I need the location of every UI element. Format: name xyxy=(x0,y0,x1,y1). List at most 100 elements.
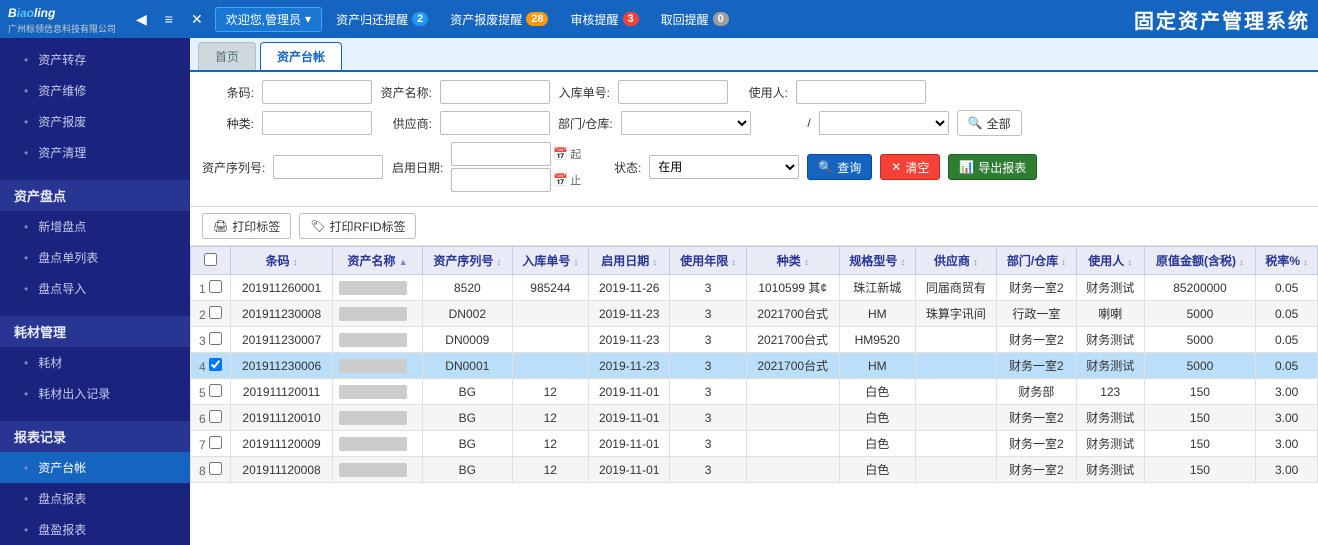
label-supplier: 供应商: xyxy=(380,115,432,132)
th-order[interactable]: 入库单号 ↕ xyxy=(512,247,588,275)
form-row-1: 条码: 资产名称: 入库单号: 使用人: xyxy=(202,80,1306,104)
th-spec[interactable]: 规格型号 ↕ xyxy=(839,247,915,275)
sidebar-item-asset-clear[interactable]: 资产清理 xyxy=(0,137,190,168)
sidebar-item-asset-scrap[interactable]: 资产报废 xyxy=(0,106,190,137)
table-row[interactable]: 2 201911230008 ████████ DN002 2019-11-23… xyxy=(191,301,1318,327)
sidebar-item-stocktake-import[interactable]: 盘点导入 xyxy=(0,273,190,304)
notify-btn-3[interactable]: 审核提醒 3 xyxy=(562,9,646,30)
table-row[interactable]: 7 201911120009 ████████ BG 12 2019-11-01… xyxy=(191,431,1318,457)
th-tax[interactable]: 税率% ↕ xyxy=(1256,247,1318,275)
th-supplier[interactable]: 供应商 ↕ xyxy=(915,247,996,275)
tab-home[interactable]: 首页 xyxy=(198,42,256,70)
label-serial: 资产序列号: xyxy=(202,159,265,176)
td-dept: 财务一室2 xyxy=(996,431,1076,457)
calendar-icon-start: 📅 xyxy=(553,147,568,161)
logo-text: Biaoling xyxy=(8,4,55,22)
menu-button[interactable]: ≡ xyxy=(159,8,179,30)
logo-subtitle: 广州标领信息科技有限公司 xyxy=(8,22,116,35)
form-row-3: 资产序列号: 启用日期: 📅 起 📅 止 状态: xyxy=(202,142,1306,192)
td-spec: HM9520 xyxy=(839,327,915,353)
input-asset-name[interactable] xyxy=(440,80,550,104)
sidebar-item-consumable[interactable]: 耗材 xyxy=(0,347,190,378)
td-spec: 白色 xyxy=(839,457,915,483)
input-supplier[interactable] xyxy=(440,111,550,135)
sidebar-item-asset-maintain[interactable]: 资产维修 xyxy=(0,75,190,106)
table-wrap: 条码 ↕ 资产名称 ▲ 资产序列号 ↕ 入库单号 ↕ 启用日期 ↕ 使用年限 ↕… xyxy=(190,246,1318,545)
query-button[interactable]: 🔍 查询 xyxy=(807,154,872,180)
sidebar-section-consumable: 耗材管理 耗材 耗材出入记录 xyxy=(0,310,190,415)
td-name: ████████ xyxy=(333,379,423,405)
input-date-end[interactable] xyxy=(451,168,551,192)
print-rfid-button[interactable]: 🏷 打印RFID标签 xyxy=(299,213,416,239)
th-serial[interactable]: 资产序列号 ↕ xyxy=(423,247,513,275)
back-button[interactable]: ◀ xyxy=(130,8,153,31)
th-years[interactable]: 使用年限 ↕ xyxy=(670,247,746,275)
select-dept[interactable] xyxy=(621,111,751,135)
th-date[interactable]: 启用日期 ↕ xyxy=(588,247,669,275)
notify-btn-4[interactable]: 取回提醒 0 xyxy=(653,9,737,30)
notify-btn-1[interactable]: 资产归还提醒 2 xyxy=(328,9,436,30)
td-type: 2021700台式 xyxy=(746,353,839,379)
td-amount: 150 xyxy=(1144,457,1256,483)
notify-btn-2[interactable]: 资产报废提醒 28 xyxy=(442,9,556,30)
sidebar-item-consumable-record[interactable]: 耗材出入记录 xyxy=(0,378,190,409)
td-tax: 0.05 xyxy=(1256,301,1318,327)
tab-asset-ledger[interactable]: 资产台帐 xyxy=(260,42,342,70)
table-row[interactable]: 6 201911120010 ████████ BG 12 2019-11-01… xyxy=(191,405,1318,431)
close-button[interactable]: ✕ xyxy=(185,8,209,31)
td-type xyxy=(746,405,839,431)
th-user[interactable]: 使用人 ↕ xyxy=(1076,247,1144,275)
th-amount[interactable]: 原值金额(含税) ↕ xyxy=(1144,247,1256,275)
th-name[interactable]: 资产名称 ▲ xyxy=(333,247,423,275)
td-supplier xyxy=(915,379,996,405)
row-checkbox[interactable] xyxy=(209,462,222,475)
td-supplier: 同届商贸有 xyxy=(915,275,996,301)
date-end-label: 止 xyxy=(570,172,581,188)
td-amount: 150 xyxy=(1144,379,1256,405)
th-type[interactable]: 种类 ↕ xyxy=(746,247,839,275)
sidebar-item-new-stocktake[interactable]: 新增盘点 xyxy=(0,211,190,242)
input-serial[interactable] xyxy=(273,155,383,179)
print-tag-button[interactable]: 🖨 打印标签 xyxy=(202,213,291,239)
row-checkbox[interactable] xyxy=(209,332,222,345)
input-user[interactable] xyxy=(796,80,926,104)
input-barcode[interactable] xyxy=(262,80,372,104)
td-checkbox: 4 xyxy=(191,353,231,379)
sidebar-item-stocktake-list[interactable]: 盘点单列表 xyxy=(0,242,190,273)
table-row[interactable]: 3 201911230007 ████████ DN0009 2019-11-2… xyxy=(191,327,1318,353)
select-all-checkbox[interactable] xyxy=(204,253,217,266)
th-barcode[interactable]: 条码 ↕ xyxy=(230,247,332,275)
row-checkbox[interactable] xyxy=(209,384,222,397)
table-row[interactable]: 5 201911120011 ████████ BG 12 2019-11-01… xyxy=(191,379,1318,405)
row-checkbox[interactable] xyxy=(209,410,222,423)
td-tax: 3.00 xyxy=(1256,431,1318,457)
td-years: 3 xyxy=(670,379,746,405)
all-button[interactable]: 🔍 全部 xyxy=(957,110,1022,136)
export-button[interactable]: 📊 导出报表 xyxy=(948,154,1037,180)
select-subdept[interactable] xyxy=(819,111,949,135)
td-checkbox: 1 xyxy=(191,275,231,301)
th-dept[interactable]: 部门/仓库 ↕ xyxy=(996,247,1076,275)
input-category[interactable] xyxy=(262,111,372,135)
top-bar: Biaoling 广州标领信息科技有限公司 ◀ ≡ ✕ 欢迎您,管理员 ▾ 资产… xyxy=(0,0,1318,38)
sidebar-item-asset-transfer[interactable]: 资产转存 xyxy=(0,44,190,75)
sidebar-item-stocktake-report[interactable]: 盘点报表 xyxy=(0,483,190,514)
row-checkbox[interactable] xyxy=(209,436,222,449)
sidebar-section-stocktake: 资产盘点 新增盘点 盘点单列表 盘点导入 xyxy=(0,174,190,310)
sidebar-item-surplus-report[interactable]: 盘盈报表 xyxy=(0,514,190,545)
input-order-num[interactable] xyxy=(618,80,728,104)
sidebar-item-asset-ledger[interactable]: 资产台帐 xyxy=(0,452,190,483)
user-button[interactable]: 欢迎您,管理员 ▾ xyxy=(215,7,322,32)
row-checkbox[interactable] xyxy=(209,306,222,319)
row-checkbox[interactable] xyxy=(209,280,222,293)
table-row[interactable]: 4 201911230006 ████████ DN0001 2019-11-2… xyxy=(191,353,1318,379)
table-row[interactable]: 1 201911260001 ████████ 8520 985244 2019… xyxy=(191,275,1318,301)
td-type xyxy=(746,457,839,483)
row-checkbox[interactable] xyxy=(209,358,222,371)
select-status[interactable]: 在用 xyxy=(649,155,799,179)
table-row[interactable]: 8 201911120008 ████████ BG 12 2019-11-01… xyxy=(191,457,1318,483)
tabs-bar: 首页 资产台帐 xyxy=(190,38,1318,72)
clear-button[interactable]: ✕ 清空 xyxy=(880,154,940,180)
input-date-start[interactable] xyxy=(451,142,551,166)
td-barcode: 201911260001 xyxy=(230,275,332,301)
